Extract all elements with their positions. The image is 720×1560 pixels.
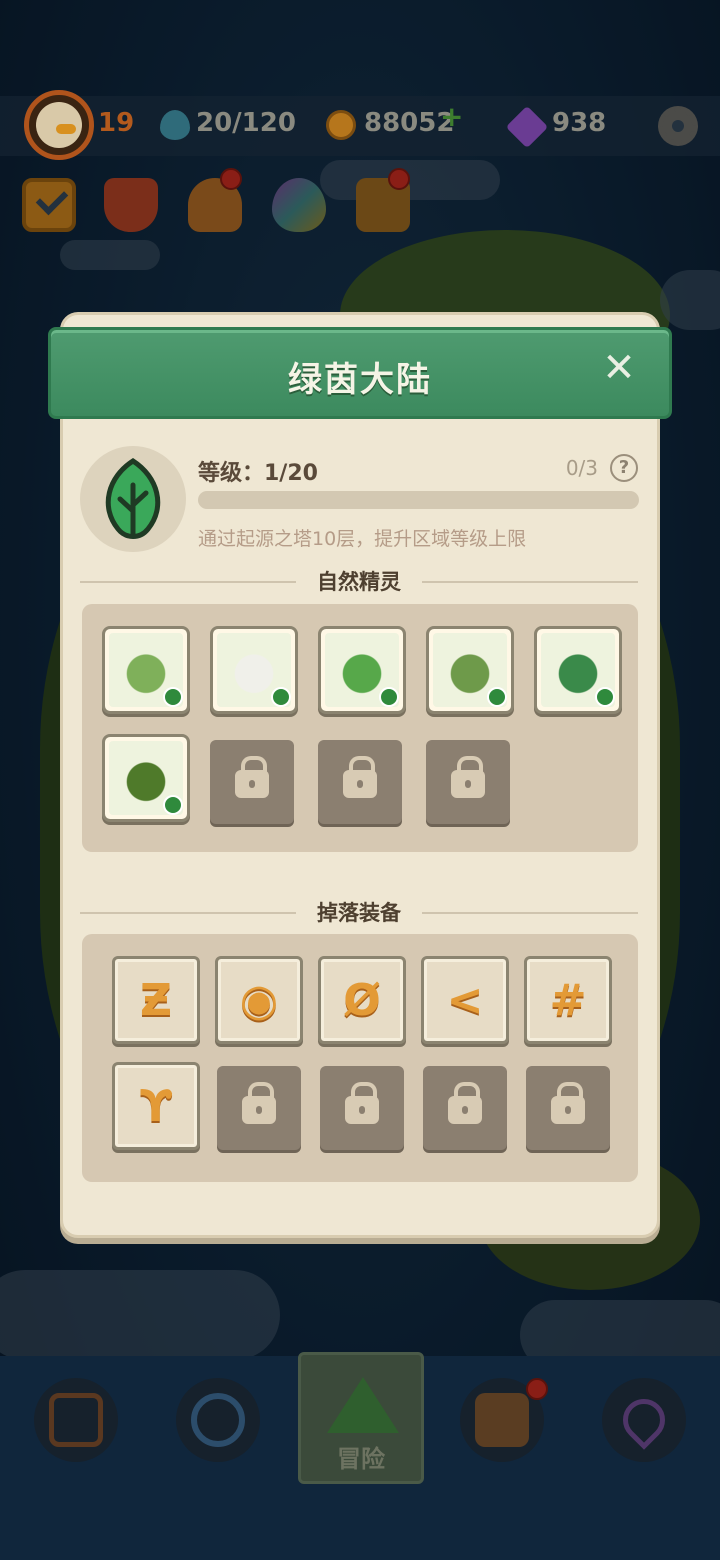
spirit-card-panda[interactable]	[210, 626, 298, 714]
locked-slot	[426, 740, 510, 824]
close-button[interactable]: ✕	[596, 346, 642, 392]
notification-dot	[220, 168, 242, 190]
level-up-hint: 通过起源之塔10层，提升区域等级上限	[198, 528, 527, 550]
notification-dot	[388, 168, 410, 190]
stamina-value: 20/120	[196, 108, 296, 138]
spirit-card-green-parrot[interactable]	[318, 626, 406, 714]
gem-value: 938	[552, 108, 607, 138]
spirit-card-hooded-shadow[interactable]	[102, 734, 190, 822]
padlock-icon	[345, 1082, 379, 1124]
spirit-card-cactus-boxer[interactable]	[426, 626, 514, 714]
spirits-section-title: 自然精灵	[307, 570, 411, 594]
nature-element-icon	[163, 687, 183, 707]
paw-shield-icon[interactable]	[104, 178, 158, 232]
leaf-icon	[105, 458, 161, 539]
equipment-section-title: 掉落装备	[307, 901, 411, 925]
equipment-rune-z[interactable]: Ƶ	[112, 956, 200, 1044]
dialog-title: 绿茵大陆	[288, 360, 432, 400]
equipment-section-header: 掉落装备	[80, 897, 638, 927]
mystery-egg-icon[interactable]	[272, 178, 326, 232]
equipment-rune-arch[interactable]: ϒ	[112, 1062, 200, 1150]
region-emblem	[80, 446, 186, 552]
padlock-icon	[235, 756, 269, 798]
coin-icon	[326, 110, 356, 140]
player-avatar[interactable]	[24, 90, 94, 160]
equipment-rune-eye[interactable]: ◉	[215, 956, 303, 1044]
spirit-card-green-snake[interactable]	[534, 626, 622, 714]
nature-element-icon	[271, 687, 291, 707]
nature-element-icon	[163, 795, 183, 815]
task-checklist-icon[interactable]	[22, 178, 76, 232]
equipment-rune-angle[interactable]: <	[421, 956, 509, 1044]
nature-element-icon	[487, 687, 507, 707]
help-question-icon[interactable]: ?	[610, 454, 638, 482]
nature-element-icon	[379, 687, 399, 707]
water-drop-icon	[160, 110, 190, 140]
divider	[422, 581, 638, 583]
equipment-rune-slashed-circle[interactable]: Ø	[318, 956, 406, 1044]
divider	[80, 912, 296, 914]
equipment-rune-hash[interactable]: #	[524, 956, 612, 1044]
padlock-icon	[448, 1082, 482, 1124]
locked-slot	[217, 1066, 301, 1150]
level-progress-bar	[198, 491, 639, 509]
padlock-icon	[551, 1082, 585, 1124]
add-coins-plus-icon[interactable]: +	[440, 100, 463, 133]
padlock-icon	[343, 756, 377, 798]
duck-avatar-icon	[36, 102, 82, 148]
region-level: 等级：1/20	[198, 461, 318, 486]
divider	[80, 581, 296, 583]
locked-slot	[318, 740, 402, 824]
player-level: 19	[98, 108, 135, 138]
nav-adventure-tab[interactable]: 冒险	[298, 1352, 424, 1484]
divider	[422, 912, 638, 914]
settings-gear-icon[interactable]	[658, 106, 698, 146]
locked-slot	[423, 1066, 507, 1150]
locked-slot	[210, 740, 294, 824]
mountain-icon	[327, 1377, 399, 1433]
equipment-panel: Ƶ ◉ Ø < # ϒ	[82, 934, 638, 1182]
spirits-panel	[82, 604, 638, 852]
locked-slot	[526, 1066, 610, 1150]
notification-dot	[526, 1378, 548, 1400]
padlock-icon	[451, 756, 485, 798]
nav-portal[interactable]	[176, 1378, 260, 1462]
progress-count: 0/3	[565, 456, 598, 480]
chest-icon	[475, 1393, 529, 1447]
spirits-section-header: 自然精灵	[80, 566, 638, 596]
nav-device[interactable]	[34, 1378, 118, 1462]
locked-slot	[320, 1066, 404, 1150]
nav-adventure-label: 冒险	[337, 1445, 385, 1473]
device-icon	[49, 1393, 103, 1447]
portal-swirl-icon	[191, 1393, 245, 1447]
spirit-card-green-rabbit-dragon[interactable]	[102, 626, 190, 714]
padlock-icon	[242, 1082, 276, 1124]
dialog-header-banner: 绿茵大陆	[48, 327, 672, 419]
nav-map[interactable]	[602, 1378, 686, 1462]
map-pin-icon	[614, 1390, 674, 1450]
nature-element-icon	[595, 687, 615, 707]
